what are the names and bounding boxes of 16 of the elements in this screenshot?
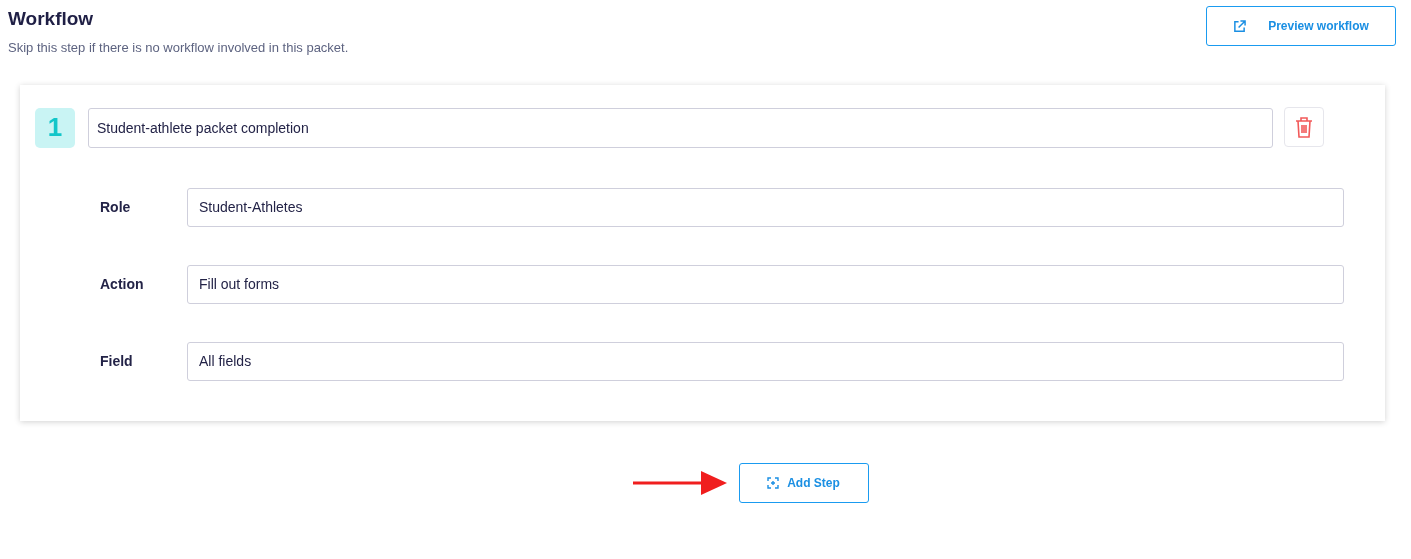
page-subtitle: Skip this step if there is no workflow involved in this packet. (8, 39, 349, 57)
add-icon (767, 476, 780, 489)
input-field[interactable]: Fill out forms (187, 264, 1344, 304)
step-title-field[interactable]: Student-athlete packet completion (88, 107, 1273, 148)
input-field[interactable]: All fields (187, 341, 1344, 381)
step-number: 1 (35, 107, 75, 148)
page-title: Workflow (8, 7, 95, 31)
add-step-button[interactable]: Add Step (738, 462, 869, 503)
trash-icon (1294, 116, 1314, 138)
field-label: Field (99, 351, 134, 371)
external-link-icon (1233, 19, 1247, 33)
input-field[interactable]: Student-Athletes (187, 187, 1344, 227)
field-label: Action (99, 274, 145, 294)
field-label: Role (99, 197, 132, 217)
delete-button[interactable] (1284, 107, 1324, 147)
preview-workflow-button[interactable]: Preview workflow (1206, 6, 1396, 46)
